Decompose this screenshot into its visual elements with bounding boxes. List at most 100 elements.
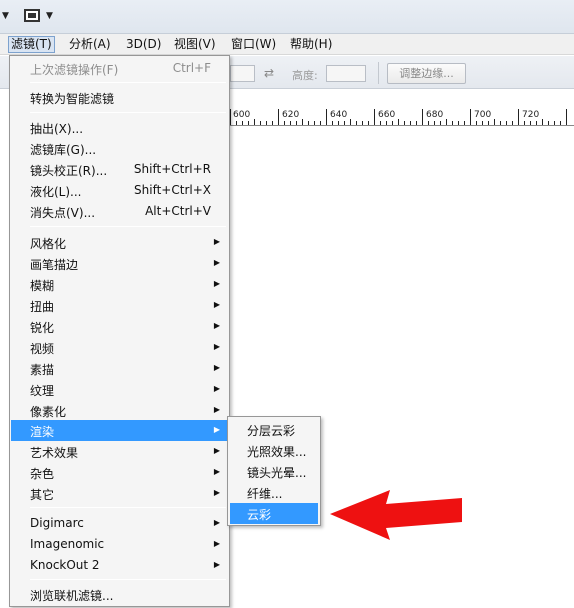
ruler-tick [536, 121, 537, 125]
menu-item-label: KnockOut 2 [30, 558, 100, 572]
ruler-tick [524, 121, 525, 125]
menu-item-other[interactable]: 其它 ▶ [11, 483, 228, 504]
menu-item-label: Digimarc [30, 516, 84, 530]
menu-item-stylize[interactable]: 风格化 ▶ [11, 232, 228, 253]
ruler-label: 600 [233, 110, 251, 120]
dropdown-arrow-icon[interactable]: ▼ [2, 11, 9, 21]
submenu-arrow-icon: ▶ [213, 342, 220, 351]
menu-item-convert-smart-filter[interactable]: 转换为智能滤镜 [11, 87, 228, 108]
ruler-tick [518, 109, 519, 125]
menu-item-last-filter[interactable]: 上次滤镜操作(F) Ctrl+F [11, 58, 228, 79]
ruler-label: 680 [426, 110, 444, 120]
ruler-tick [356, 121, 357, 125]
menu-separator [30, 579, 226, 580]
menu-item-vanishing-point[interactable]: 消失点(V)... Alt+Ctrl+V [11, 201, 228, 222]
menu-item-shortcut: Ctrl+F [172, 61, 211, 75]
submenu-item-lens-flare[interactable]: 镜头光晕... [230, 461, 318, 482]
ruler-tick [242, 121, 243, 125]
ruler-tick [416, 121, 417, 125]
menu-item-shortcut: Shift+Ctrl+X [134, 183, 211, 197]
menu-item-shortcut: Shift+Ctrl+R [133, 162, 211, 176]
menu-help[interactable]: 帮助(H) [290, 36, 332, 53]
ruler-tick [512, 121, 513, 125]
ruler-tick [344, 121, 345, 125]
menu-item-label: 艺术效果 [30, 446, 79, 460]
filter-menu: 上次滤镜操作(F) Ctrl+F 转换为智能滤镜 抽出(X)... 滤镜库(G)… [9, 55, 230, 607]
ruler-tick [320, 121, 321, 125]
width-field[interactable] [230, 65, 255, 82]
menu-view[interactable]: 视图(V) [174, 36, 216, 53]
ruler-tick [302, 119, 303, 125]
submenu-item-lighting-effects[interactable]: 光照效果... [230, 440, 318, 461]
ruler-tick [530, 121, 531, 125]
menu-item-label: 其它 [30, 488, 55, 502]
ruler-tick [380, 121, 381, 125]
menu-item-imagenomic[interactable]: Imagenomic ▶ [11, 534, 228, 555]
menu-item-label: 分层云彩 [247, 424, 296, 438]
menu-separator [30, 112, 226, 113]
menu-item-artistic[interactable]: 艺术效果 ▶ [11, 441, 228, 462]
divider [378, 62, 379, 84]
submenu-item-fibers[interactable]: 纤维... [230, 482, 318, 503]
submenu-arrow-icon: ▶ [213, 384, 220, 393]
menu-item-render[interactable]: 渲染 ▶ [11, 420, 228, 441]
ruler-tick [272, 121, 273, 125]
ruler-tick [434, 121, 435, 125]
ruler-tick [404, 121, 405, 125]
menu-item-liquify[interactable]: 液化(L)... Shift+Ctrl+X [11, 180, 228, 201]
menu-3d[interactable]: 3D(D) [126, 36, 161, 53]
menu-item-label: 滤镜库(G)... [30, 143, 97, 157]
menu-item-filter-gallery[interactable]: 滤镜库(G)... [11, 138, 228, 159]
height-label: 高度: [292, 69, 318, 82]
menu-item-blur[interactable]: 模糊 ▶ [11, 274, 228, 295]
menu-item-lens-correction[interactable]: 镜头校正(R)... Shift+Ctrl+R [11, 159, 228, 180]
submenu-arrow-icon: ▶ [213, 518, 220, 527]
ruler-tick [290, 121, 291, 125]
menu-item-browse-online-filters[interactable]: 浏览联机滤镜... [11, 584, 228, 605]
menu-window[interactable]: 窗口(W) [231, 36, 276, 53]
menu-item-brush-strokes[interactable]: 画笔描边 ▶ [11, 253, 228, 274]
ruler-tick [314, 121, 315, 125]
submenu-arrow-icon: ▶ [213, 237, 220, 246]
submenu-item-clouds[interactable]: 云彩 [230, 503, 318, 524]
submenu-arrow-icon: ▶ [213, 488, 220, 497]
menu-item-digimarc[interactable]: Digimarc ▶ [11, 513, 228, 534]
ruler-tick [248, 121, 249, 125]
menu-bar: 滤镜(T) 分析(A) 3D(D) 视图(V) 窗口(W) 帮助(H) [0, 34, 574, 55]
ruler-tick [362, 121, 363, 125]
refine-edge-button[interactable]: 调整边缘... [387, 63, 466, 84]
menu-item-label: Imagenomic [30, 537, 105, 551]
menu-item-label: 画笔描边 [30, 258, 79, 272]
menu-item-sketch[interactable]: 素描 ▶ [11, 358, 228, 379]
submenu-arrow-icon: ▶ [213, 279, 220, 288]
menu-item-shortcut: Alt+Ctrl+V [145, 204, 211, 218]
menu-item-texture[interactable]: 纹理 ▶ [11, 379, 228, 400]
screen-mode-icon[interactable] [24, 9, 40, 22]
submenu-arrow-icon: ▶ [213, 467, 220, 476]
swap-icon[interactable]: ⇄ [264, 66, 274, 80]
menu-item-video[interactable]: 视频 ▶ [11, 337, 228, 358]
screen-mode-dropdown-icon[interactable]: ▼ [46, 11, 53, 21]
menu-item-noise[interactable]: 杂色 ▶ [11, 462, 228, 483]
submenu-arrow-icon: ▶ [213, 446, 220, 455]
arrow-shape [330, 490, 462, 540]
menu-item-knockout[interactable]: KnockOut 2 ▶ [11, 555, 228, 576]
height-field[interactable] [326, 65, 366, 82]
menu-filter[interactable]: 滤镜(T) [8, 36, 55, 53]
ruler-tick [566, 109, 567, 125]
ruler-label: 660 [378, 110, 396, 120]
menu-item-label: 云彩 [247, 508, 272, 522]
menu-item-label: 转换为智能滤镜 [30, 92, 115, 106]
menu-item-sharpen[interactable]: 锐化 ▶ [11, 316, 228, 337]
submenu-item-difference-clouds[interactable]: 分层云彩 [230, 419, 318, 440]
menu-item-label: 渲染 [30, 425, 55, 439]
menu-item-distort[interactable]: 扭曲 ▶ [11, 295, 228, 316]
menu-analysis[interactable]: 分析(A) [69, 36, 111, 53]
ruler-tick [470, 109, 471, 125]
menu-item-pixelate[interactable]: 像素化 ▶ [11, 400, 228, 421]
ruler-tick [296, 121, 297, 125]
ruler-tick [440, 121, 441, 125]
render-submenu: 分层云彩 光照效果... 镜头光晕... 纤维... 云彩 [227, 416, 321, 526]
menu-item-label: 扭曲 [30, 300, 55, 314]
menu-item-extract[interactable]: 抽出(X)... [11, 117, 228, 138]
